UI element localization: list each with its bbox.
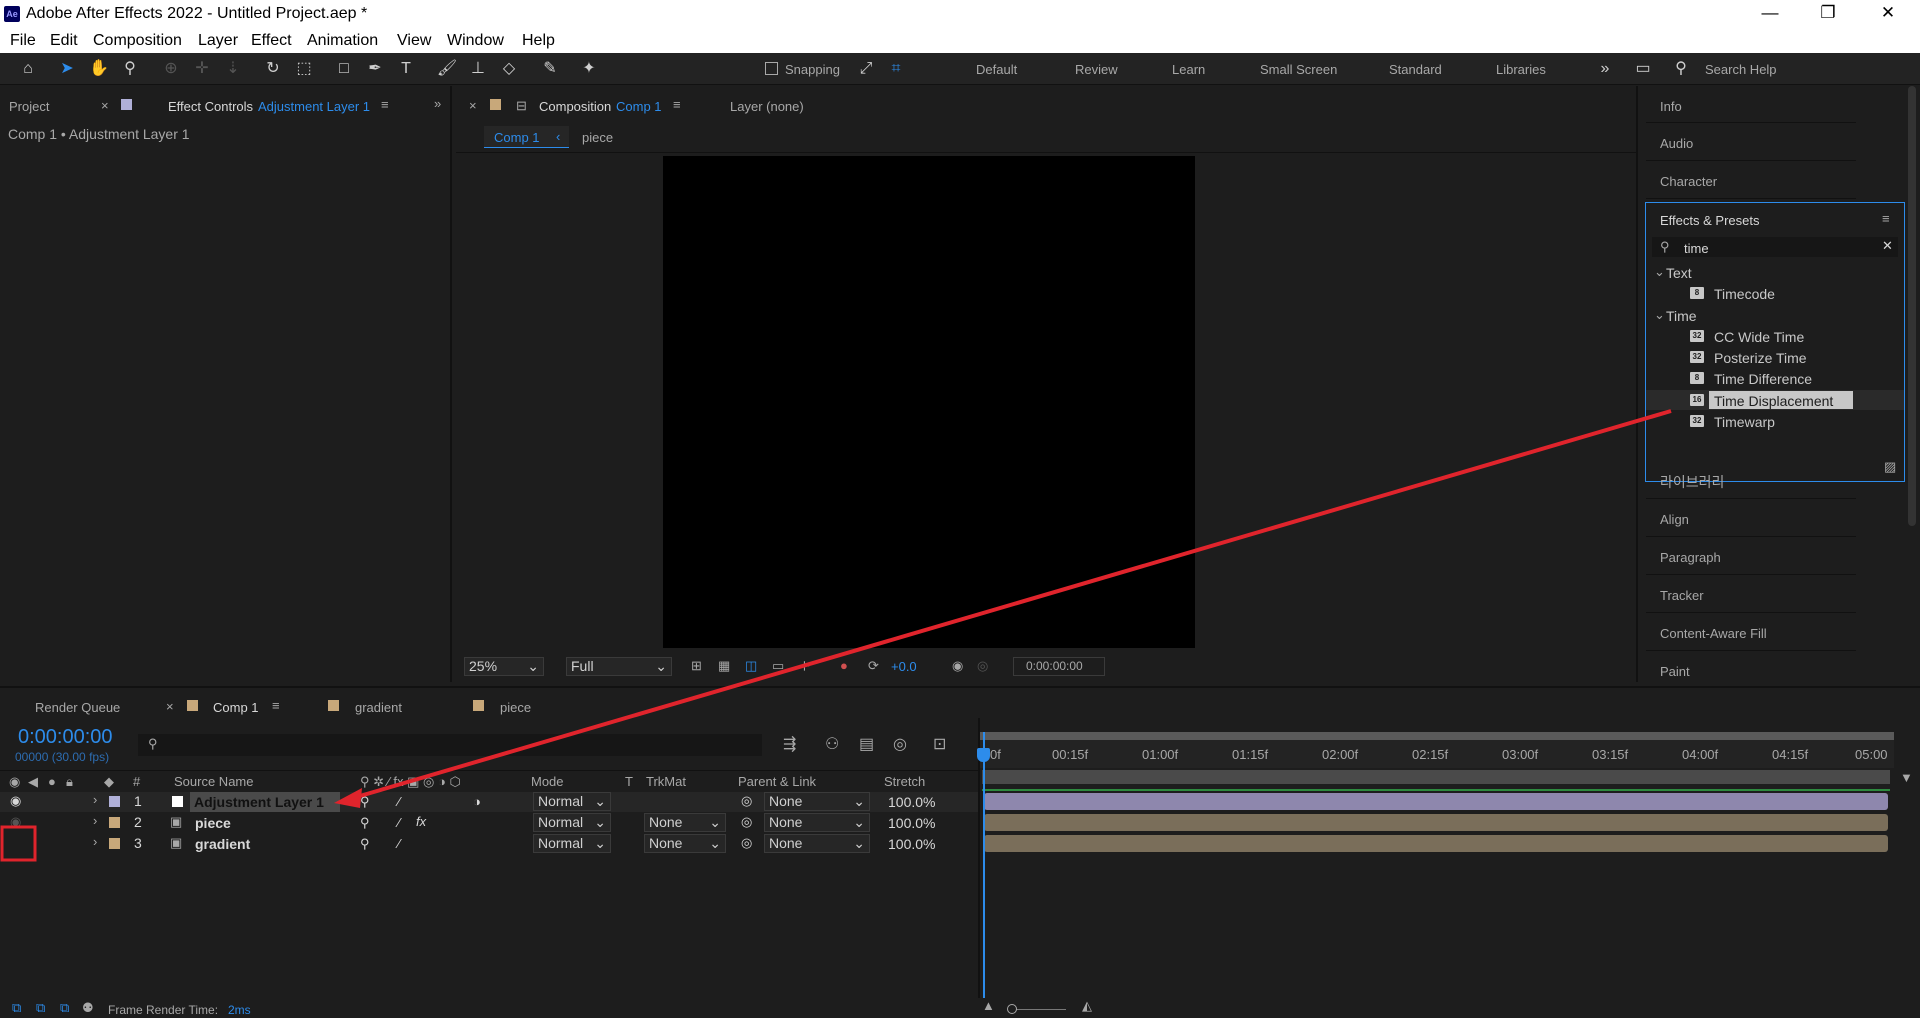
annotation-box [0, 825, 37, 862]
annotation-overlay [0, 409, 1672, 862]
annotation-arrow [359, 409, 1672, 798]
annotation-arrowhead [334, 788, 362, 808]
